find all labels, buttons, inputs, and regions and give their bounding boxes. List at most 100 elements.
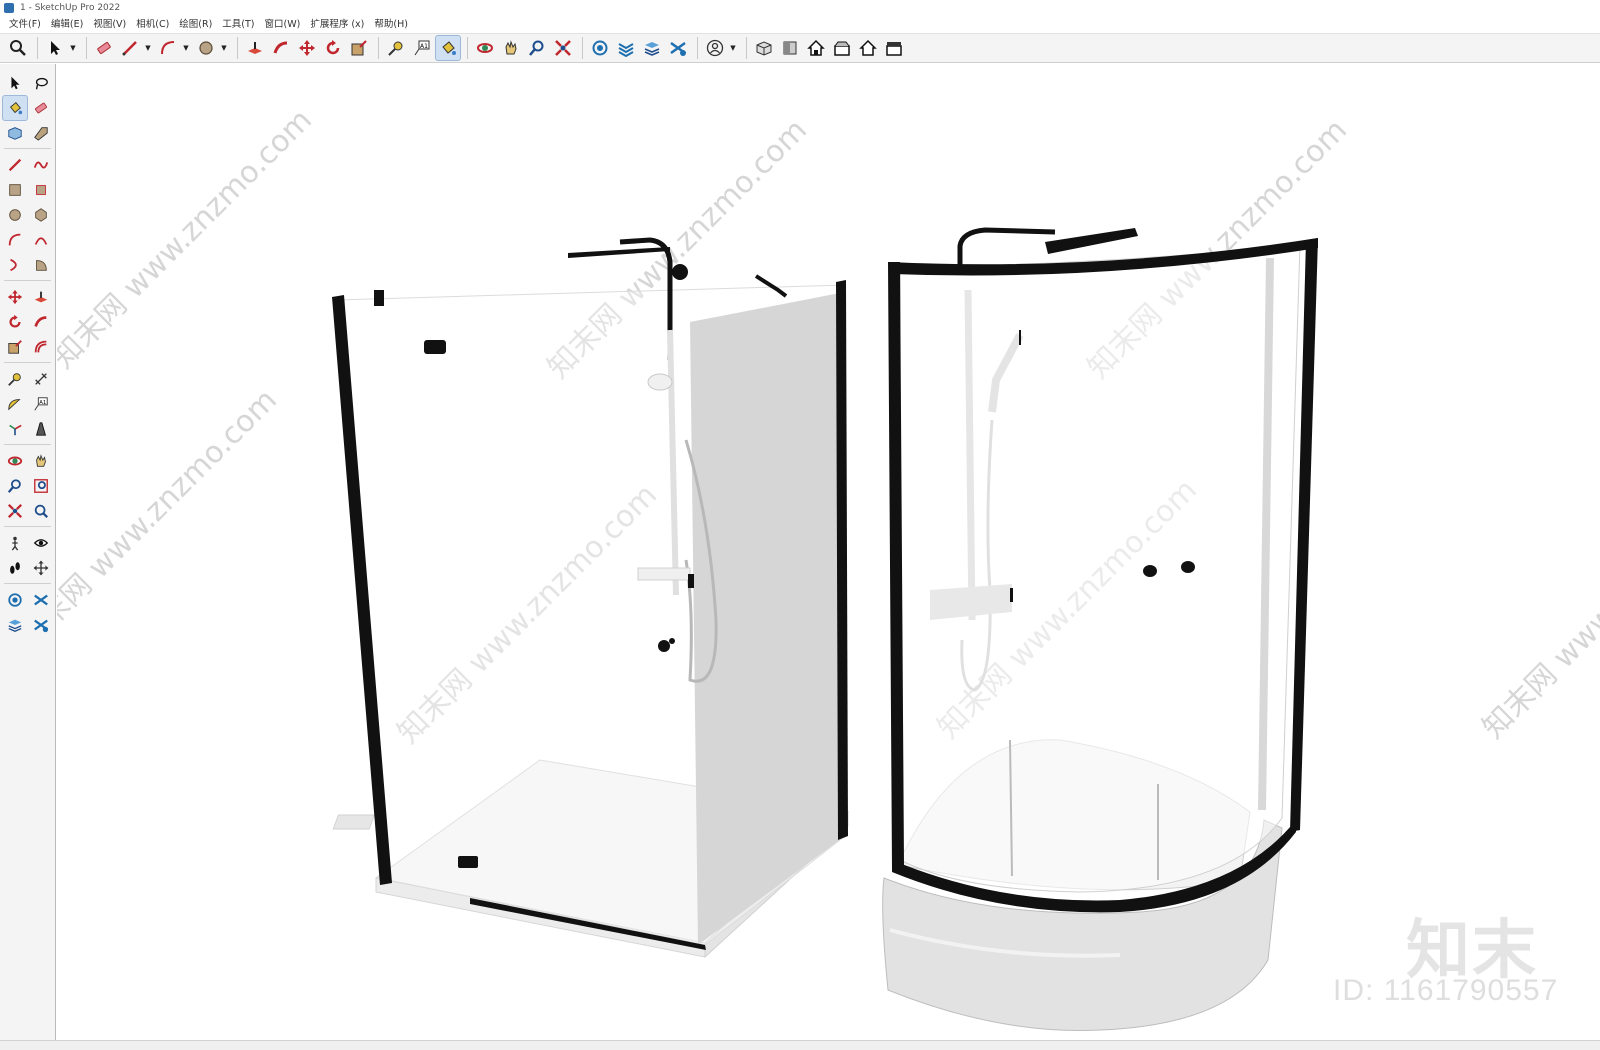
layers-icon[interactable]	[640, 36, 664, 60]
pan-icon[interactable]	[499, 36, 523, 60]
select-icon[interactable]	[43, 36, 67, 60]
tape-measure-icon[interactable]	[3, 367, 27, 391]
eraser-icon[interactable]	[29, 96, 53, 120]
door-handle[interactable]	[424, 340, 446, 354]
lasso-icon[interactable]	[29, 71, 53, 95]
menu-edit[interactable]: 编辑(E)	[46, 16, 88, 33]
right-frame-profile[interactable]	[836, 280, 848, 840]
line-dropdown-icon[interactable]: ▼	[144, 36, 152, 60]
paint-bucket-icon[interactable]	[2, 94, 28, 121]
profile-dropdown-icon[interactable]: ▼	[729, 36, 737, 60]
door-knob-left[interactable]	[1143, 565, 1157, 577]
zoom-icon[interactable]	[3, 474, 27, 498]
zoom-extents-icon[interactable]	[551, 36, 575, 60]
zoom-extents-icon[interactable]	[3, 499, 27, 523]
dimension-icon[interactable]	[29, 367, 53, 391]
rotated-rectangle-icon[interactable]	[29, 178, 53, 202]
mixer-knob[interactable]	[688, 574, 694, 588]
axes-icon[interactable]	[3, 417, 27, 441]
arc-icon[interactable]	[3, 228, 27, 252]
polygon-icon[interactable]	[29, 203, 53, 227]
zoom-window-icon[interactable]	[29, 474, 53, 498]
menu-window[interactable]: 窗口(W)	[260, 16, 306, 33]
menu-file[interactable]: 文件(F)	[4, 16, 46, 33]
back-view-icon[interactable]	[856, 36, 880, 60]
follow-me-icon[interactable]	[269, 36, 293, 60]
3d-text-icon[interactable]	[29, 417, 53, 441]
shape-dropdown-icon[interactable]: ▼	[220, 36, 228, 60]
section-plane-icon[interactable]	[29, 556, 53, 580]
position-camera-icon[interactable]	[3, 531, 27, 555]
menu-camera[interactable]: 相机(C)	[131, 16, 174, 33]
circle-icon[interactable]	[194, 36, 218, 60]
look-around-icon[interactable]	[29, 531, 53, 555]
top-view-icon[interactable]	[778, 36, 802, 60]
thermostatic-mixer[interactable]	[637, 567, 691, 581]
select-dropdown-icon[interactable]: ▼	[69, 36, 77, 60]
line-icon[interactable]	[118, 36, 142, 60]
arc-dropdown-icon[interactable]: ▼	[182, 36, 190, 60]
line-icon[interactable]	[3, 153, 27, 177]
menu-tools[interactable]: 工具(T)	[217, 16, 259, 33]
paint-bucket-icon[interactable]	[435, 35, 461, 61]
layers-icon[interactable]	[3, 613, 27, 637]
pan-icon[interactable]	[29, 449, 53, 473]
zoom-icon[interactable]	[6, 36, 30, 60]
freehand-icon[interactable]	[29, 153, 53, 177]
select-icon[interactable]	[3, 71, 27, 95]
rectangle-icon[interactable]	[3, 178, 27, 202]
door-hinge-top[interactable]	[374, 290, 384, 306]
menu-draw[interactable]: 绘图(R)	[174, 16, 217, 33]
menu-help[interactable]: 帮助(H)	[369, 16, 413, 33]
extension-icon[interactable]	[614, 36, 638, 60]
front-view-icon[interactable]	[804, 36, 828, 60]
text-icon[interactable]: A1	[410, 36, 434, 60]
styles-icon[interactable]	[666, 36, 690, 60]
follow-me-icon[interactable]	[29, 310, 53, 334]
two-point-arc-icon[interactable]	[29, 228, 53, 252]
previous-view-icon[interactable]	[29, 499, 53, 523]
iso-view-icon[interactable]	[752, 36, 776, 60]
extension-icon[interactable]	[29, 588, 53, 612]
right-view-icon[interactable]	[830, 36, 854, 60]
push-pull-icon[interactable]	[29, 285, 53, 309]
pie-icon[interactable]	[29, 253, 53, 277]
warehouse-icon[interactable]	[3, 588, 27, 612]
offset-icon[interactable]	[29, 335, 53, 359]
left-view-icon[interactable]	[882, 36, 906, 60]
zoom-window-icon[interactable]	[525, 36, 549, 60]
rectangular-shower-enclosure[interactable]	[332, 237, 850, 959]
protractor-icon[interactable]	[3, 392, 27, 416]
walk-icon[interactable]	[3, 556, 27, 580]
rain-shower-head[interactable]	[1045, 228, 1138, 254]
styles-icon[interactable]	[29, 613, 53, 637]
tag-icon[interactable]	[29, 121, 53, 145]
orbit-icon[interactable]	[3, 449, 27, 473]
door-hinge-bottom[interactable]	[458, 856, 478, 868]
text-icon[interactable]: A1	[29, 392, 53, 416]
profile-icon[interactable]	[703, 36, 727, 60]
menu-view[interactable]: 视图(V)	[88, 16, 131, 33]
rotate-icon[interactable]	[3, 310, 27, 334]
door-knob-right[interactable]	[1181, 561, 1195, 573]
warehouse-icon[interactable]	[588, 36, 612, 60]
circle-icon[interactable]	[3, 203, 27, 227]
orbit-icon[interactable]	[473, 36, 497, 60]
quadrant-shower-enclosure[interactable]	[882, 227, 1318, 1031]
tub-spout[interactable]	[658, 640, 670, 652]
move-icon[interactable]	[295, 36, 319, 60]
model-viewport[interactable]: 知末网 www.znzmo.com 知末网 www.znzmo.com 知末网 …	[57, 64, 1600, 1050]
scale-icon[interactable]	[347, 36, 371, 60]
menu-extensions[interactable]: 扩展程序 (x)	[305, 16, 369, 33]
rotate-icon[interactable]	[321, 36, 345, 60]
component-icon[interactable]	[3, 121, 27, 145]
tape-measure-icon[interactable]	[384, 36, 408, 60]
hand-shower[interactable]	[647, 373, 673, 391]
three-point-arc-icon[interactable]	[3, 253, 27, 277]
eraser-icon[interactable]	[92, 36, 116, 60]
scale-icon[interactable]	[3, 335, 27, 359]
move-icon[interactable]	[3, 285, 27, 309]
arc-icon[interactable]	[156, 36, 180, 60]
mixer-knob[interactable]	[1010, 588, 1013, 602]
push-pull-icon[interactable]	[243, 36, 267, 60]
